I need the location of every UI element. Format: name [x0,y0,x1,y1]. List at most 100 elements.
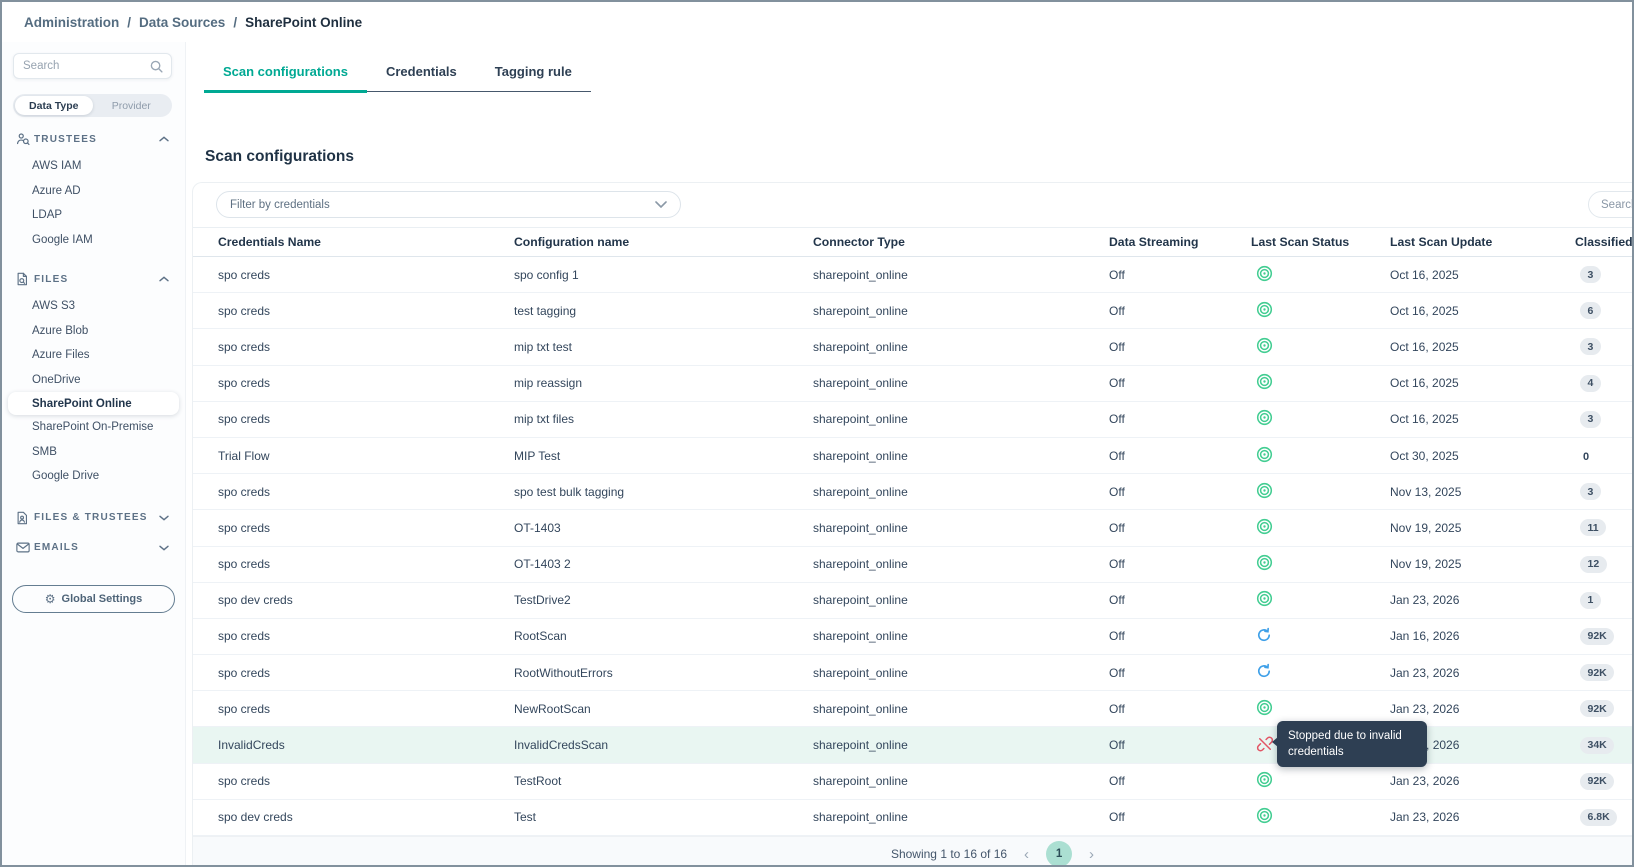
cell-last-scan-update: Jan 23, 2026 [1390,666,1575,680]
chevron-down-icon [159,515,169,521]
cell-configuration-name: RootWithoutErrors [514,666,813,680]
sidebar-section-files[interactable]: FILES [2,268,185,290]
table-row-test-tagging[interactable]: spo credstest taggingsharepoint_onlineOf… [193,293,1632,329]
table-row-rootscan[interactable]: spo credsRootScansharepoint_onlineOffJan… [193,619,1632,655]
sidebar-item-azure-files[interactable]: Azure Files [2,343,185,368]
table-row-mip-txt-files[interactable]: spo credsmip txt filessharepoint_onlineO… [193,402,1632,438]
cell-data-streaming: Off [1109,738,1251,752]
table-row-mip-reassign[interactable]: spo credsmip reassignsharepoint_onlineOf… [193,366,1632,402]
status-completed-icon[interactable] [1256,771,1273,788]
cell-configuration-name: spo config 1 [514,268,813,282]
sidebar-item-aws-s3[interactable]: AWS S3 [2,294,185,319]
status-completed-icon[interactable] [1256,373,1273,390]
table-row-ot-1403[interactable]: spo credsOT-1403sharepoint_onlineOffNov … [193,510,1632,546]
sidebar-item-google-iam[interactable]: Google IAM [2,228,185,253]
cell-last-scan-update: Jan 23, 2026 [1390,702,1575,716]
classified-count-badge: 92K [1580,664,1614,681]
cell-connector-type: sharepoint_online [813,593,1109,607]
table-row-testroot[interactable]: spo credsTestRootsharepoint_onlineOffJan… [193,764,1632,800]
table-row-spo-test-bulk-tagging[interactable]: spo credsspo test bulk taggingsharepoint… [193,474,1632,510]
tab-scan-configurations[interactable]: Scan configurations [204,57,367,91]
status-tooltip-text: Stopped due to invalid credentials [1288,730,1402,758]
cell-last-scan-status [1251,301,1390,321]
cell-configuration-name: OT-1403 [514,521,813,535]
sidebar-item-aws-iam[interactable]: AWS IAM [2,154,185,179]
cell-classified: 3 [1575,266,1632,283]
sidebar-section-emails[interactable]: EMAILS [2,537,185,559]
pagination-page-1[interactable]: 1 [1046,841,1072,865]
status-completed-icon[interactable] [1256,699,1273,716]
pagination-prev-icon[interactable]: ‹ [1021,847,1032,862]
table-row-mip-txt-test[interactable]: spo credsmip txt testsharepoint_onlineOf… [193,329,1632,365]
status-running-icon[interactable] [1256,663,1272,679]
pagination: Showing 1 to 16 of 16 ‹ 1 › [193,836,1632,865]
breadcrumb-administration[interactable]: Administration [24,15,119,30]
sidebar-item-google-drive[interactable]: Google Drive [2,464,185,489]
table-row-spo-config-1[interactable]: spo credsspo config 1sharepoint_onlineOf… [193,257,1632,293]
table-search-input[interactable] [1589,199,1632,211]
sidebar-item-azure-blob[interactable]: Azure Blob [2,319,185,344]
cell-last-scan-update: Oct 30, 2025 [1390,449,1575,463]
cell-data-streaming: Off [1109,485,1251,499]
sidebar-section-trustees[interactable]: TRUSTEES [2,128,185,150]
cell-classified: 92K [1575,700,1632,717]
cell-connector-type: sharepoint_online [813,702,1109,716]
status-completed-icon[interactable] [1256,807,1273,824]
filter-by-credentials-select[interactable]: Filter by credentials [216,191,681,218]
sidebar-item-onedrive[interactable]: OneDrive [2,368,185,393]
table-row-ot-1403-2[interactable]: spo credsOT-1403 2sharepoint_onlineOffNo… [193,547,1632,583]
cell-classified: 0 [1575,449,1632,463]
cell-configuration-name: spo test bulk tagging [514,485,813,499]
sidebar-item-ldap[interactable]: LDAP [2,203,185,228]
cell-configuration-name: mip txt files [514,412,813,426]
status-completed-icon[interactable] [1256,482,1273,499]
table-row-test[interactable]: spo dev credsTestsharepoint_onlineOffJan… [193,800,1632,836]
sidebar-item-azure-ad[interactable]: Azure AD [2,179,185,204]
sidebar-search-input[interactable] [14,60,150,72]
cell-credentials-name: spo dev creds [218,593,514,607]
status-completed-icon[interactable] [1256,554,1273,571]
sidebar-item-smb[interactable]: SMB [2,440,185,465]
breadcrumb-sharepoint-online: SharePoint Online [245,15,362,30]
cell-last-scan-status [1251,409,1390,429]
cell-configuration-name: mip reassign [514,376,813,390]
global-settings-button[interactable]: ⚙ Global Settings [12,585,175,613]
sidebar-item-sharepoint-online[interactable]: SharePoint Online [8,392,179,415]
chevron-up-icon [159,136,169,142]
status-completed-icon[interactable] [1256,518,1273,535]
status-completed-icon[interactable] [1256,265,1273,282]
cell-connector-type: sharepoint_online [813,774,1109,788]
cell-configuration-name: InvalidCredsScan [514,738,813,752]
cell-configuration-name: test tagging [514,304,813,318]
tab-tagging-rule[interactable]: Tagging rule [476,57,591,91]
cell-connector-type: sharepoint_online [813,449,1109,463]
sidebar-section-files-trustees[interactable]: FILES & TRUSTEES [2,507,185,529]
cell-connector-type: sharepoint_online [813,304,1109,318]
toggle-provider[interactable]: Provider [93,96,171,115]
status-completed-icon[interactable] [1256,590,1273,607]
status-completed-icon[interactable] [1256,446,1273,463]
tab-credentials[interactable]: Credentials [367,57,476,91]
cell-configuration-name: NewRootScan [514,702,813,716]
cell-connector-type: sharepoint_online [813,810,1109,824]
status-completed-icon[interactable] [1256,301,1273,318]
table-row-mip-test[interactable]: Trial FlowMIP Testsharepoint_onlineOffOc… [193,438,1632,474]
sidebar-item-sharepoint-on-premise[interactable]: SharePoint On-Premise [2,415,185,440]
files-trustees-icon [16,511,34,525]
table-row-rootwithouterrors[interactable]: spo credsRootWithoutErrorssharepoint_onl… [193,655,1632,691]
cell-configuration-name: MIP Test [514,449,813,463]
pagination-next-icon[interactable]: › [1086,847,1097,862]
table-toolbar: Filter by credentials [193,183,1632,228]
cell-last-scan-update: Oct 16, 2025 [1390,412,1575,426]
breadcrumb-data-sources[interactable]: Data Sources [139,15,225,30]
table-row-testdrive2[interactable]: spo dev credsTestDrive2sharepoint_online… [193,583,1632,619]
cell-classified: 3 [1575,338,1632,355]
cell-last-scan-update: Oct 16, 2025 [1390,340,1575,354]
status-running-icon[interactable] [1256,627,1272,643]
status-completed-icon[interactable] [1256,337,1273,354]
pagination-summary: Showing 1 to 16 of 16 [891,847,1007,861]
classified-count-badge: 3 [1580,266,1601,283]
cell-data-streaming: Off [1109,304,1251,318]
toggle-data-type[interactable]: Data Type [15,96,93,115]
status-completed-icon[interactable] [1256,409,1273,426]
